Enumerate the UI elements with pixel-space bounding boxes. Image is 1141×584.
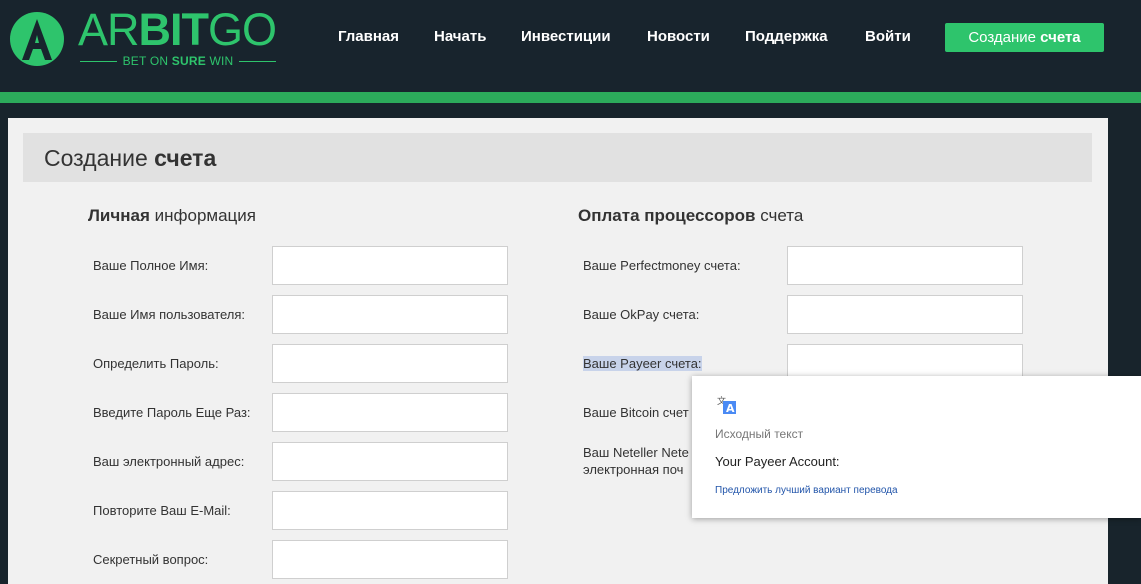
bitcoin-label: Ваше Bitcoin счет [583, 405, 689, 420]
nav-news[interactable]: Новости [647, 28, 710, 48]
create-button-pre: Создание [968, 29, 1041, 46]
payment-processors-heading: Оплата процессоров счета [578, 206, 803, 226]
password-repeat-label: Введите Пароль Еще Раз: [93, 405, 251, 420]
secret-question-input[interactable] [272, 540, 508, 579]
email-label: Ваш электронный адрес: [93, 454, 245, 469]
header-shadow-strip [0, 103, 1141, 118]
personal-heading-rest: информация [149, 206, 256, 225]
nav-start[interactable]: Начать [434, 28, 486, 48]
translate-popup: 文 A Исходный текст Your Payeer Account: … [692, 376, 1141, 518]
neteller-label: Ваш Neteller Nete [583, 445, 689, 460]
password-input[interactable] [272, 344, 508, 383]
full-name-input[interactable] [272, 246, 508, 285]
create-button-bold: счета [1040, 29, 1081, 46]
nav-login[interactable]: Войти [865, 28, 911, 48]
logo-tagline: BET ON SURE WIN [80, 54, 276, 68]
tagline-bold: SURE [171, 54, 206, 68]
okpay-label: Ваше OkPay счета: [583, 307, 700, 322]
page-title: Создание счета [44, 145, 216, 172]
logo-go: GO [208, 4, 277, 55]
nav-support[interactable]: Поддержка [745, 28, 828, 48]
google-translate-icon: 文 A [716, 395, 736, 414]
logo-wordmark: ARBITGO [78, 4, 277, 56]
source-text: Your Payeer Account: [715, 454, 840, 469]
neteller-email-label: электронная поч [583, 462, 684, 477]
nav-investments[interactable]: Инвестиции [521, 28, 611, 48]
site-logo[interactable]: ARBITGO BET ON SURE WIN [8, 4, 278, 70]
payment-heading-rest: счета [755, 206, 804, 225]
perfectmoney-input[interactable] [787, 246, 1023, 285]
tagline-line-left [80, 60, 117, 62]
email-repeat-label: Повторите Ваш E-Mail: [93, 503, 231, 518]
payment-heading-bold: Оплата процессоров [578, 206, 756, 225]
suggest-translation-link[interactable]: Предложить лучший вариант перевода [715, 485, 898, 496]
create-account-button[interactable]: Создание счета [945, 23, 1104, 52]
logo-ar: AR [78, 4, 140, 55]
username-input[interactable] [272, 295, 508, 334]
payeer-label: Ваше Payeer счета: [583, 356, 702, 371]
password-label: Определить Пароль: [93, 356, 219, 371]
logo-bit: BIT [138, 4, 209, 55]
tagline-line-right [239, 60, 276, 62]
svg-text:A: A [726, 402, 735, 414]
okpay-input[interactable] [787, 295, 1023, 334]
password-repeat-input[interactable] [272, 393, 508, 432]
personal-heading-bold: Личная [88, 206, 150, 225]
tagline-pre: BET ON [122, 54, 172, 68]
nav-home[interactable]: Главная [338, 28, 399, 48]
perfectmoney-label: Ваше Perfectmoney счета: [583, 258, 741, 273]
page-title-pre: Создание [44, 145, 155, 171]
full-name-label: Ваше Полное Имя: [93, 258, 209, 273]
email-input[interactable] [272, 442, 508, 481]
personal-info-heading: Личная информация [88, 206, 256, 226]
logo-a-icon [10, 12, 64, 66]
tagline-post: WIN [205, 54, 234, 68]
secret-question-label: Секретный вопрос: [93, 552, 209, 567]
page-title-bold: счета [154, 145, 217, 171]
username-label: Ваше Имя пользователя: [93, 307, 246, 322]
header-accent-bar [0, 92, 1141, 103]
source-text-label: Исходный текст [715, 427, 804, 441]
email-repeat-input[interactable] [272, 491, 508, 530]
tagline-text: BET ON SURE WIN [123, 54, 234, 68]
